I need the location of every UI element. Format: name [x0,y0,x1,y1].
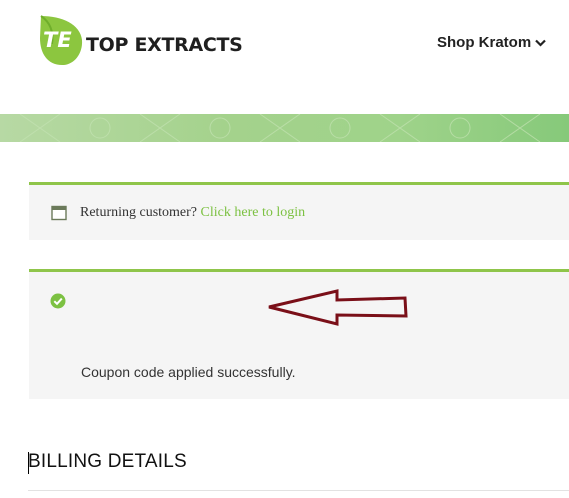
billing-divider [28,490,569,491]
check-circle-icon [50,293,66,309]
calendar-icon [51,205,67,221]
nav-shop-kratom[interactable]: Shop Kratom [437,34,546,51]
site-header: TE TOP EXTRACTS Shop Kratom [0,0,569,114]
logo-wordmark: TOP EXTRACTS [86,34,243,56]
leaf-logo-icon: TE [40,15,83,66]
page-banner [0,114,569,142]
coupon-success-message: Coupon code applied successfully. [81,364,296,380]
login-link[interactable]: Click here to login [201,205,306,220]
nav-shop-kratom-label: Shop Kratom [437,34,532,51]
logo-mark: TE [43,28,72,52]
banner-pattern [19,114,541,142]
returning-customer-text: Returning customer? Click here to login [80,205,305,221]
billing-details-heading: BILLING DETAILS [28,451,187,472]
text-cursor [28,452,29,474]
chevron-down-icon [535,39,546,47]
returning-customer-notice: Returning customer? Click here to login [29,182,569,240]
returning-customer-prefix: Returning customer? [80,205,198,220]
site-logo[interactable]: TE TOP EXTRACTS [38,14,243,68]
left-arrow-outline-icon [268,289,408,326]
